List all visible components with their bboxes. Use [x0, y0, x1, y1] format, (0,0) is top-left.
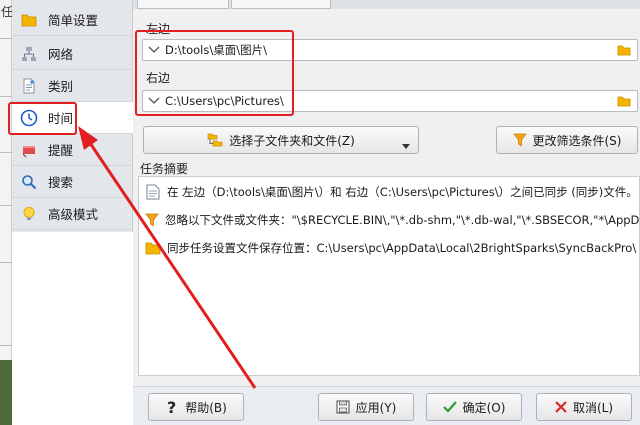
clock-icon — [20, 109, 38, 127]
background-window-image — [0, 360, 12, 425]
folder-browse-icon[interactable] — [611, 95, 637, 107]
sidebar-item-label: 时间 — [48, 111, 74, 126]
help-label: 帮助(B) — [185, 400, 227, 415]
folder-tree-icon — [207, 132, 223, 148]
cancel-button[interactable]: 取消(L) — [536, 393, 632, 421]
tab-strip — [133, 0, 640, 9]
help-icon: ? — [165, 399, 179, 415]
doc-icon — [145, 184, 161, 200]
change-filter-button[interactable]: 更改筛选条件(S) — [496, 126, 638, 154]
filter-icon — [145, 212, 159, 228]
apply-label: 应用(Y) — [355, 400, 397, 415]
dropdown-arrow-icon — [402, 138, 410, 152]
folder-icon — [20, 11, 38, 29]
summary-row-text: 忽略以下文件或文件夹："\$RECYCLE.BIN\,"\*.db-shm,"\… — [165, 213, 639, 227]
left-path-field[interactable]: D:\tools\桌面\图片\ — [142, 39, 638, 61]
sidebar-item-time[interactable]: 时间 — [12, 102, 133, 134]
task-summary-list[interactable]: 在 左边（D:\tools\桌面\图片\）和 右边（C:\Users\pc\Pi… — [138, 176, 640, 376]
background-divider — [0, 38, 12, 39]
sidebar-item-search[interactable]: 搜索 — [12, 166, 133, 198]
sidebar-item-category[interactable]: 类别 — [12, 70, 133, 102]
cancel-label: 取消(L) — [572, 400, 614, 415]
sidebar-item-alert[interactable]: 提醒 — [12, 134, 133, 166]
filter-icon — [512, 133, 527, 147]
summary-row-text: 在 左边（D:\tools\桌面\图片\）和 右边（C:\Users\pc\Pi… — [167, 185, 638, 199]
sidebar-item-label: 搜索 — [48, 175, 74, 190]
right-path-text[interactable]: C:\Users\pc\Pictures\ — [165, 94, 611, 108]
tab-partial[interactable] — [137, 0, 229, 9]
close-icon — [555, 401, 567, 413]
summary-row-text: 同步任务设置文件保存位置：C:\Users\pc\AppData\Local\2… — [167, 241, 637, 255]
list-item[interactable]: 忽略以下文件或文件夹："\$RECYCLE.BIN\,"\*.db-shm,"\… — [139, 207, 639, 233]
change-filter-label: 更改筛选条件(S) — [532, 133, 622, 148]
sidebar-item-label: 网络 — [48, 47, 74, 62]
sidebar-item-advanced-mode[interactable]: 高级模式 — [12, 198, 133, 230]
apply-button[interactable]: 应用(Y) — [318, 393, 414, 421]
folder-icon — [145, 241, 161, 255]
sidebar-item-network[interactable]: 网络 — [12, 38, 133, 70]
select-subfolders-label: 选择子文件夹和文件(Z) — [229, 133, 355, 148]
ok-label: 确定(O) — [462, 400, 506, 415]
sidebar-item-simple-settings[interactable]: 简单设置 — [12, 4, 133, 36]
background-divider — [0, 96, 12, 97]
sidebar-item-label: 类别 — [48, 79, 74, 94]
alert-icon — [20, 141, 38, 159]
sidebar-item-label: 提醒 — [48, 143, 74, 158]
category-icon — [20, 77, 38, 95]
ok-button[interactable]: 确定(O) — [426, 393, 522, 421]
svg-text:?: ? — [167, 399, 176, 415]
chevron-down-icon[interactable] — [143, 46, 165, 54]
right-path-field[interactable]: C:\Users\pc\Pictures\ — [142, 90, 638, 112]
folder-browse-icon[interactable] — [611, 44, 637, 56]
background-divider — [0, 205, 12, 206]
background-divider — [0, 152, 12, 153]
right-label: 右边 — [146, 71, 171, 85]
help-button[interactable]: ? 帮助(B) — [148, 393, 244, 421]
background-window-strip: 任 — [0, 0, 13, 425]
left-path-text[interactable]: D:\tools\桌面\图片\ — [165, 42, 611, 58]
background-divider — [0, 345, 12, 346]
settings-sidebar: 简单设置 网络 类别 时间 提醒 搜索 高级模式 — [12, 0, 133, 232]
search-icon — [20, 173, 38, 191]
check-icon — [442, 401, 457, 413]
tab-partial[interactable] — [231, 0, 331, 9]
background-divider — [0, 262, 12, 263]
list-item[interactable]: 同步任务设置文件保存位置：C:\Users\pc\AppData\Local\2… — [139, 235, 639, 261]
save-icon — [336, 400, 350, 414]
left-label: 左边 — [146, 22, 171, 36]
sidebar-item-label: 简单设置 — [48, 13, 99, 28]
sidebar-item-label: 高级模式 — [48, 207, 99, 222]
chevron-down-icon[interactable] — [143, 97, 165, 105]
select-subfolders-button[interactable]: 选择子文件夹和文件(Z) — [143, 126, 419, 154]
network-icon — [20, 45, 38, 63]
task-summary-title: 任务摘要 — [140, 162, 189, 176]
sidebar-empty-area — [12, 232, 133, 425]
lightbulb-icon — [20, 205, 38, 223]
list-item[interactable]: 在 左边（D:\tools\桌面\图片\）和 右边（C:\Users\pc\Pi… — [139, 179, 639, 205]
